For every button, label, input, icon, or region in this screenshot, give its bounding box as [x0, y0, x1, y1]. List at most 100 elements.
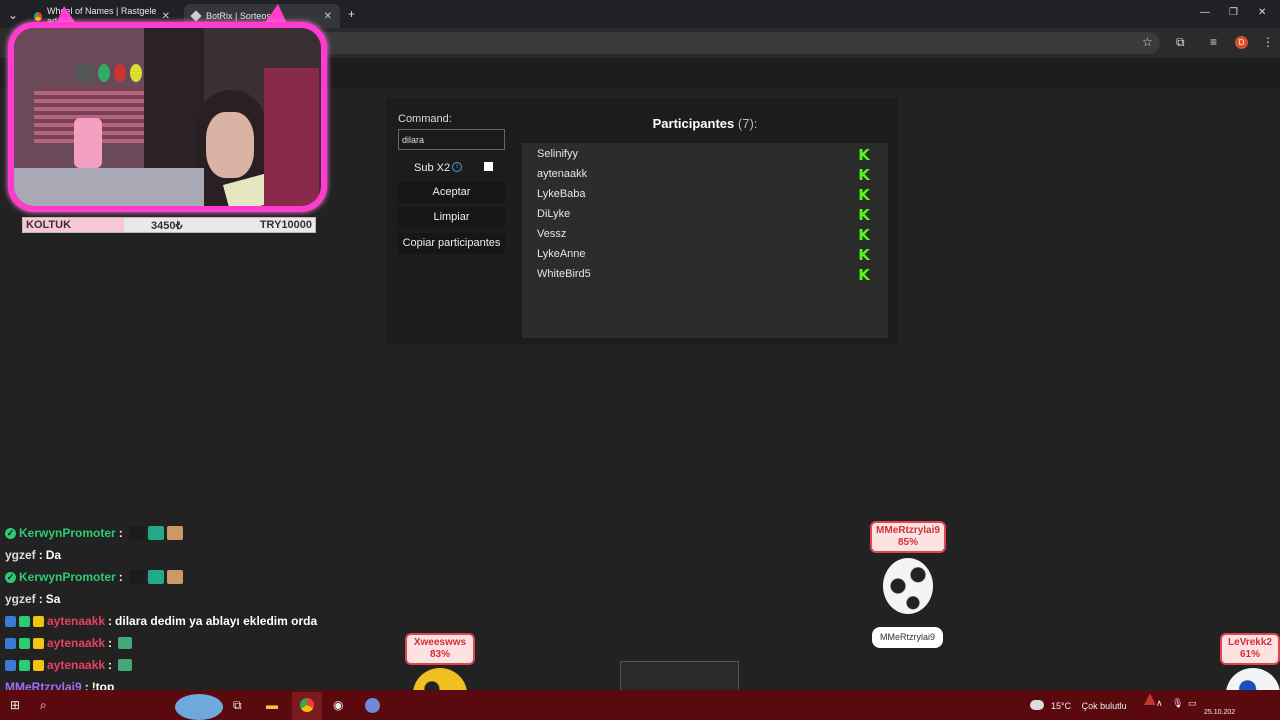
emote-icon [118, 659, 133, 671]
vip-badge-icon [19, 637, 30, 649]
obs-icon[interactable]: ◉ [333, 698, 343, 712]
participants-title: Participantes (7): [600, 116, 810, 131]
moderator-badge-icon [5, 637, 16, 649]
chrome-favicon-icon [34, 11, 42, 21]
tab-search-icon[interactable]: ⌄ [8, 8, 18, 22]
weather-temp: 15°C [1051, 701, 1072, 711]
participant-name: Vessz [537, 228, 567, 240]
chat-separator: : [108, 614, 113, 628]
restore-icon[interactable]: ❐ [1229, 7, 1238, 18]
heart-emote-icon [128, 526, 145, 540]
emote-icon [147, 570, 164, 584]
kick-icon: K [858, 186, 870, 204]
sub-x2-label: Sub X2 [414, 162, 451, 174]
mic-icon[interactable]: 🎙 [1172, 698, 1183, 709]
participant-name: aytenaakk [537, 168, 588, 180]
close-tab-icon[interactable]: ✕ [162, 11, 170, 22]
weather-widget[interactable]: 15°C Çok bulutlu [1051, 701, 1127, 711]
extensions-icon[interactable]: ⧉ [1176, 35, 1185, 50]
participants-count: (7): [737, 116, 758, 131]
chat-username[interactable]: aytenaakk [47, 636, 105, 650]
egg-red [114, 64, 126, 82]
network-icon[interactable]: ▭ [1188, 698, 1197, 709]
discord-icon[interactable] [365, 698, 380, 713]
webcam-frame [8, 22, 327, 212]
file-explorer-icon[interactable]: ▬ [266, 698, 278, 712]
close-tab-icon[interactable]: ✕ [324, 11, 332, 22]
participant-name: LykeBaba [537, 188, 586, 200]
start-icon[interactable]: ⊞ [10, 698, 20, 712]
moderator-badge-icon [5, 659, 16, 671]
kick-icon: K [858, 226, 870, 244]
desk-surface [14, 168, 204, 206]
chat-message: ygzef: Da [5, 548, 61, 562]
search-icon[interactable]: ⌕ [40, 698, 47, 713]
accept-button[interactable]: Aceptar [398, 182, 505, 203]
sub-badge-icon [33, 637, 44, 649]
participant-name: WhiteBird5 [537, 268, 591, 280]
command-input[interactable] [398, 129, 505, 150]
chat-username[interactable]: KerwynPromoter [19, 526, 116, 540]
chat-separator: : [108, 658, 113, 672]
chat-separator: : [38, 592, 43, 606]
kick-icon: K [858, 166, 870, 184]
ball-player-name: Xweeswws [413, 637, 467, 648]
chat-text: Da [45, 548, 62, 562]
tray-chevron-icon[interactable]: ∧ [1156, 698, 1163, 709]
new-tab-icon[interactable]: + [348, 7, 355, 21]
profile-avatar[interactable]: D [1235, 36, 1248, 49]
moderator-badge-icon [5, 615, 16, 627]
task-view-icon[interactable]: ⧉ [233, 698, 242, 713]
reading-list-icon[interactable]: ≡ [1210, 35, 1217, 49]
soccer-ball-icon [883, 558, 933, 614]
address-bar[interactable] [300, 32, 1160, 54]
chat-text: Sa [45, 592, 61, 606]
chat-separator: : [38, 548, 43, 562]
tab-title: BotRix | Sorteos [206, 11, 271, 21]
chrome-icon[interactable] [300, 698, 314, 712]
chat-username[interactable]: aytenaakk [47, 614, 105, 628]
chat-username[interactable]: ygzef [5, 592, 36, 606]
copy-participants-button[interactable]: Copiar participantes [398, 233, 505, 254]
donation-goal-bar: KOLTUK 3450₺ TRY10000 [22, 217, 316, 233]
chat-username[interactable]: aytenaakk [47, 658, 105, 672]
sub-badge-icon [33, 659, 44, 671]
webcam-video [14, 28, 321, 206]
ball-player-percent: 83% [429, 649, 450, 660]
clear-button[interactable]: Limpiar [398, 207, 505, 228]
vip-badge-icon [19, 659, 30, 671]
botrix-favicon-icon [190, 10, 202, 22]
goal-amount: 3450₺ [151, 220, 183, 232]
sub-x2-checkbox[interactable] [484, 162, 493, 171]
chat-username[interactable]: ygzef [5, 548, 36, 562]
participants-heading: Participantes [652, 116, 735, 131]
weather-text: Çok bulutlu [1081, 701, 1127, 711]
emote-icon [147, 526, 164, 540]
close-window-icon[interactable]: ✕ [1258, 7, 1266, 18]
bookmark-star-icon[interactable]: ☆ [1142, 35, 1153, 49]
minimize-icon[interactable]: — [1200, 7, 1210, 18]
command-label: Command: [398, 113, 452, 125]
chat-message: aytenaakk: dilara dedim ya ablayı ekledim… [5, 614, 317, 628]
cloud-icon [1030, 700, 1044, 710]
kick-icon: K [858, 266, 870, 284]
chair-back [264, 68, 319, 206]
widgets-icon[interactable] [175, 694, 223, 720]
kick-icon: K [858, 146, 870, 164]
chat-message: ✓ KerwynPromoter: [5, 526, 183, 540]
chat-username[interactable]: KerwynPromoter [19, 570, 116, 584]
pink-bottle [74, 118, 102, 168]
goal-target: TRY10000 [259, 219, 312, 231]
egg-yellow [130, 64, 142, 82]
info-icon[interactable]: i [452, 162, 462, 172]
clock-date[interactable]: 25.10.202 [1204, 709, 1235, 716]
participant-name: LykeAnne [537, 248, 586, 260]
ball-player-percent: 61% [1239, 649, 1260, 660]
chat-text: dilara dedim ya ablayı ekledim orda [115, 614, 318, 628]
participant-name: DiLyke [537, 208, 571, 220]
ball-player-percent: 85% [897, 537, 918, 548]
emote-icon [166, 526, 183, 540]
ball-label-card: MMeRtzrylai9 85% [870, 521, 946, 553]
emote-icon [118, 637, 133, 649]
menu-icon[interactable]: ⋮ [1262, 35, 1274, 49]
